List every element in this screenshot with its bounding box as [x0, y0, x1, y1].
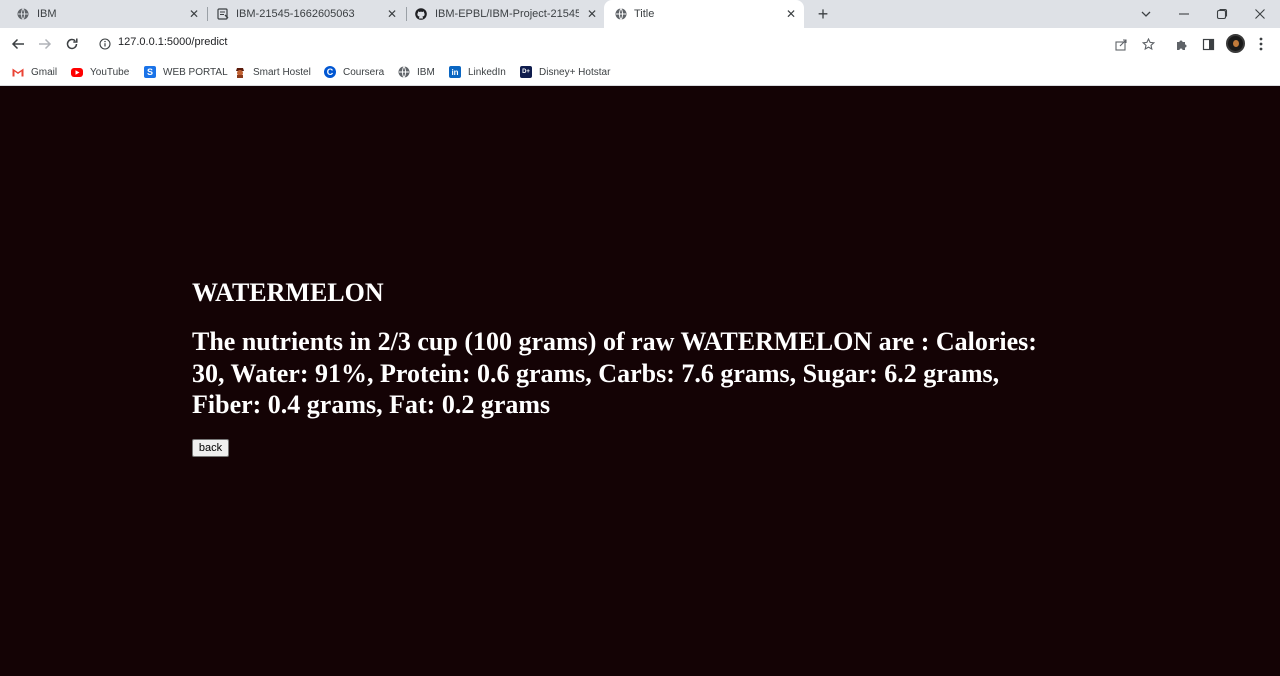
address-bar[interactable]: 127.0.0.1:5000/predict	[118, 36, 227, 48]
close-window-icon[interactable]	[1240, 0, 1280, 28]
tab-github-project[interactable]: IBM-EPBL/IBM-Project-21545-16 ✕	[407, 0, 604, 28]
linkedin-icon: in	[449, 66, 461, 78]
tab-label: Title	[634, 8, 655, 20]
bookmark-star-icon[interactable]	[1140, 36, 1156, 52]
minimize-icon[interactable]	[1164, 0, 1204, 28]
bookmark-label: Coursera	[343, 66, 385, 78]
bookmarks-bar: Gmail YouTube S WEB PORTAL Smart Hostel …	[0, 59, 1280, 86]
tab-search-icon[interactable]	[1126, 0, 1166, 28]
bookmark-label: Gmail	[31, 66, 58, 78]
bookmark-label: Disney+ Hotstar	[539, 66, 611, 78]
close-tab-icon[interactable]: ✕	[784, 7, 798, 21]
hotstar-icon: D+	[520, 66, 532, 78]
site-info-icon[interactable]	[99, 38, 111, 50]
nutrients-text: The nutrients in 2/3 cup (100 grams) of …	[192, 327, 1037, 419]
bookmark-label: WEB PORTAL	[163, 66, 228, 78]
tab-label: IBM	[37, 8, 57, 20]
tab-label: IBM-21545-1662605063	[236, 8, 355, 20]
extensions-icon[interactable]	[1173, 36, 1189, 52]
web-portal-icon: S	[144, 66, 156, 78]
docs-icon	[217, 8, 229, 20]
bookmark-label: LinkedIn	[468, 66, 506, 78]
globe-icon	[615, 8, 627, 20]
bookmark-linkedin[interactable]: in LinkedIn	[449, 64, 506, 80]
tab-strip: IBM ✕ IBM-21545-1662605063 ✕ IBM-EPBL/IB…	[0, 0, 1280, 28]
bookmark-label: IBM	[417, 66, 435, 78]
close-tab-icon[interactable]: ✕	[187, 7, 201, 21]
github-icon	[415, 8, 427, 20]
smart-hostel-icon	[234, 66, 246, 78]
close-tab-icon[interactable]: ✕	[385, 7, 399, 21]
tab-ibm[interactable]: IBM ✕	[8, 0, 208, 28]
youtube-icon	[71, 67, 83, 77]
forward-arrow-icon[interactable]	[35, 34, 55, 54]
bookmark-youtube[interactable]: YouTube	[71, 64, 129, 80]
new-tab-button[interactable]: +	[814, 4, 832, 24]
tab-ibm-docs[interactable]: IBM-21545-1662605063 ✕	[208, 0, 406, 28]
bookmark-coursera[interactable]: C Coursera	[324, 64, 384, 80]
coursera-icon: C	[324, 66, 336, 78]
tab-title-active[interactable]: Title ✕	[604, 0, 804, 28]
close-tab-icon[interactable]: ✕	[585, 7, 599, 21]
back-arrow-icon[interactable]	[8, 34, 28, 54]
page-content: WATERMELON The nutrients in 2/3 cup (100…	[0, 86, 1280, 676]
bookmark-label: YouTube	[90, 66, 130, 78]
back-button[interactable]: back	[192, 439, 229, 457]
bookmark-smart-hostel[interactable]: Smart Hostel	[234, 64, 311, 80]
globe-icon	[398, 66, 410, 78]
reload-icon[interactable]	[62, 34, 82, 54]
bookmark-label: Smart Hostel	[253, 66, 311, 78]
browser-toolbar: 127.0.0.1:5000/predict	[0, 28, 1280, 59]
gmail-icon	[12, 66, 24, 78]
bookmark-disney-hotstar[interactable]: D+ Disney+ Hotstar	[520, 64, 610, 80]
restore-icon[interactable]	[1202, 0, 1242, 28]
share-icon[interactable]	[1113, 36, 1129, 52]
side-panel-icon[interactable]	[1200, 36, 1216, 52]
bookmark-gmail[interactable]: Gmail	[12, 64, 57, 80]
fruit-title: WATERMELON	[192, 278, 384, 307]
profile-avatar[interactable]	[1226, 34, 1245, 53]
bookmark-ibm[interactable]: IBM	[398, 64, 435, 80]
globe-icon	[17, 8, 29, 20]
tab-label: IBM-EPBL/IBM-Project-21545-16	[435, 8, 579, 20]
menu-kebab-icon[interactable]	[1253, 36, 1269, 52]
bookmark-web-portal[interactable]: S WEB PORTAL	[144, 64, 228, 80]
